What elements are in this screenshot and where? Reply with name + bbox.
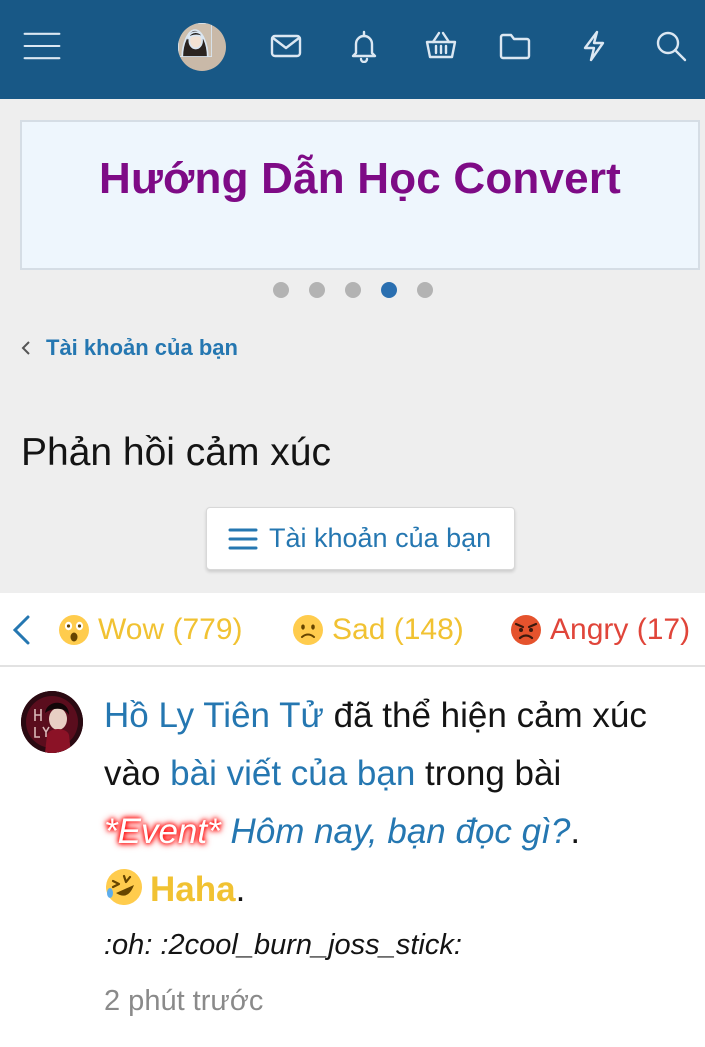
alert-text: . [235,870,246,909]
alert-post-link[interactable]: bài viết của bạn [170,754,415,793]
folder-icon[interactable] [495,26,535,66]
tab-sad[interactable]: Sad (148) [292,611,464,649]
mail-icon[interactable] [266,26,306,66]
basket-icon[interactable] [421,26,461,66]
chevron-left-icon[interactable] [8,611,34,649]
carousel-dot-active[interactable] [380,282,397,298]
tab-angry-label: Angry (17) [550,613,691,646]
tab-wow-label: Wow (779) [98,613,243,646]
top-navigation-bar [0,0,705,99]
wow-emoji-icon [59,615,89,645]
carousel-dot[interactable] [344,282,361,298]
sad-emoji-icon [293,615,323,645]
menu-icon[interactable] [22,26,62,66]
carousel-dot[interactable] [416,282,433,298]
page-header-area: Hướng Dẫn Học Convert Tài khoản của bạn … [0,99,705,593]
alert-time: 2 phút trước [104,985,264,1017]
tab-wow[interactable]: Wow (779) [58,611,243,649]
event-prefix-label[interactable]: *Event* [104,812,221,851]
carousel-dot[interactable] [308,282,325,298]
menu-icon [228,528,258,549]
thread-title-link[interactable]: Hôm nay, bạn đọc gì? [221,812,570,851]
alert-text: trong bài [415,754,562,793]
breadcrumb[interactable]: Tài khoản của bạn [18,335,238,361]
carousel-dots [0,282,705,298]
tab-sad-label: Sad (148) [332,613,464,646]
alert-user-link[interactable]: Hồ Ly Tiên Tử [104,696,324,735]
haha-emoji-icon [106,869,142,905]
user-avatar-icon[interactable] [178,23,226,71]
tab-angry[interactable]: Angry (17) [510,611,690,649]
account-menu-label: Tài khoản của bạn [269,523,492,553]
carousel-dot[interactable] [272,282,289,298]
bell-icon[interactable] [344,26,384,66]
reaction-name: Haha [150,870,236,909]
alert-text: . [570,812,581,851]
page-title: Phản hồi cảm xúc [21,431,332,474]
search-icon[interactable] [651,26,691,66]
lightning-icon[interactable] [574,26,614,66]
angry-emoji-icon [511,615,541,645]
chevron-left-icon [21,341,30,355]
breadcrumb-label: Tài khoản của bạn [46,335,238,360]
reaction-tabs: Wow (779) Sad (148) Angry (17) [0,593,705,667]
promo-banner[interactable]: Hướng Dẫn Học Convert [20,120,700,270]
alert-entry: Hồ Ly Tiên Tử đã thể hiện cảm xúc vào bà… [104,687,704,919]
avatar[interactable] [21,691,83,753]
banner-title: Hướng Dẫn Học Convert [98,154,622,203]
account-menu-button[interactable]: Tài khoản của bạn [206,507,515,570]
alert-list: Hồ Ly Tiên Tử đã thể hiện cảm xúc vào bà… [0,667,705,1047]
alert-snippet: :oh: :2cool_burn_joss_stick: [104,929,462,961]
